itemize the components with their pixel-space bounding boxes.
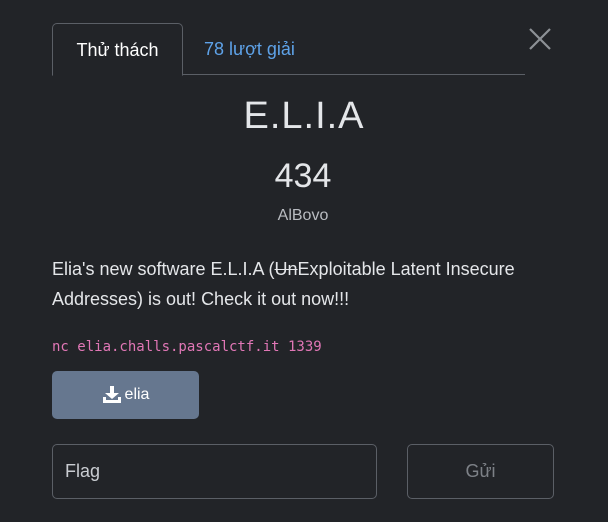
tab-solves[interactable]: 78 lượt giải: [204, 23, 295, 75]
download-file-label: elia: [124, 386, 150, 403]
challenge-title: E.L.I.A: [243, 95, 365, 137]
download-icon: [102, 386, 121, 403]
submit-button[interactable]: Gửi: [407, 444, 554, 499]
challenge-points: 434: [274, 157, 332, 195]
description-strikethrough: Un: [274, 259, 298, 279]
tab-challenge[interactable]: Thử thách: [52, 23, 183, 76]
tab-bar: Thử thách 78 lượt giải: [52, 23, 525, 76]
close-button[interactable]: [527, 26, 553, 52]
connection-command: nc elia.challs.pascalctf.it 1339: [52, 339, 322, 355]
challenge-modal: Thử thách 78 lượt giải E.L.I.A 434 AlBov…: [0, 0, 608, 522]
challenge-author: AlBovo: [277, 207, 329, 224]
flag-input[interactable]: [52, 444, 377, 499]
challenge-description: Elia's new software E.L.I.A (UnExploitab…: [52, 254, 562, 314]
download-file-button[interactable]: elia: [52, 371, 199, 419]
description-text-before: Elia's new software E.L.I.A (: [52, 259, 275, 279]
close-icon: [529, 28, 551, 50]
